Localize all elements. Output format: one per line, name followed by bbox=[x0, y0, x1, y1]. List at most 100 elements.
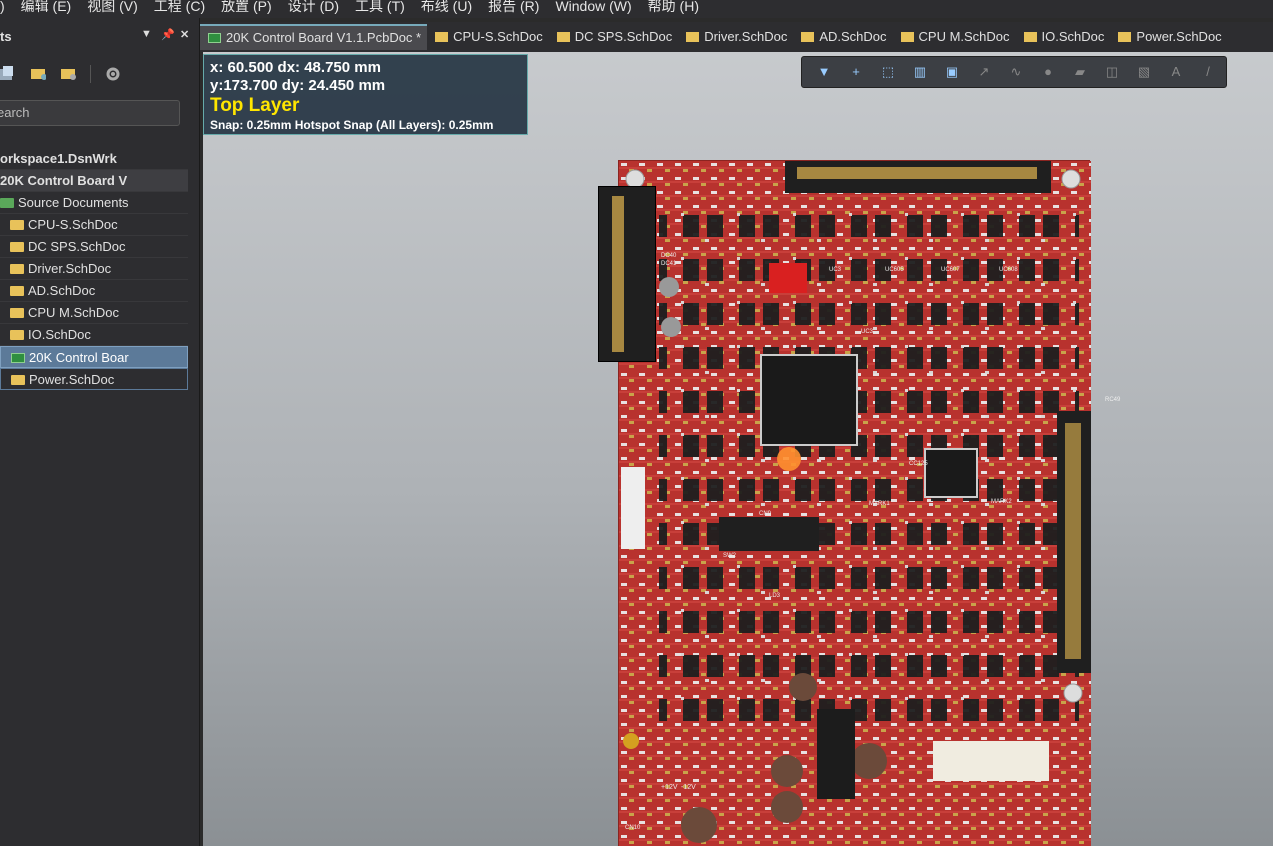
workspace-icon[interactable] bbox=[0, 66, 16, 82]
text-icon[interactable]: A bbox=[1164, 61, 1188, 83]
left-connector bbox=[598, 186, 656, 362]
route-icon[interactable]: ↗ bbox=[972, 61, 996, 83]
tree-file-io[interactable]: IO.SchDoc bbox=[0, 324, 188, 346]
panel-title: ts bbox=[0, 28, 12, 44]
tree-file-dc-sps[interactable]: DC SPS.SchDoc bbox=[0, 236, 188, 258]
pcb-label-dc40: DC40 bbox=[661, 253, 677, 259]
pcb-label-mark3: MARK2 bbox=[991, 499, 1012, 505]
tab-label: 20K Control Board V1.1.PcbDoc * bbox=[226, 30, 422, 45]
search-input[interactable]: earch bbox=[0, 100, 180, 126]
graph-icon[interactable]: ◫ bbox=[1100, 61, 1124, 83]
left-connector-pins bbox=[612, 196, 624, 352]
pin-icon[interactable]: ● bbox=[1036, 61, 1060, 83]
tab-cpu-m[interactable]: CPU M.SchDoc bbox=[893, 24, 1016, 50]
pcb-label-uc605: UC605 bbox=[885, 267, 904, 273]
schdoc-icon bbox=[435, 32, 449, 42]
active-toolbar: ▼ + ⬚ ▥ ▣ ↗ ∿ ● ▰ ◫ ▧ A / bbox=[801, 56, 1227, 88]
schdoc-icon bbox=[900, 32, 914, 42]
schdoc-icon bbox=[686, 32, 700, 42]
menu-view[interactable]: 视图 (V) bbox=[79, 0, 146, 13]
tree-workspace[interactable]: orkspace1.DsnWrk bbox=[0, 148, 188, 170]
menu-design[interactable]: 设计 (D) bbox=[280, 0, 347, 13]
open-project-icon[interactable] bbox=[30, 66, 46, 82]
gear-icon[interactable] bbox=[105, 66, 121, 82]
schdoc-icon bbox=[10, 242, 24, 252]
menu-route[interactable]: 布线 (U) bbox=[413, 0, 480, 13]
pcbdoc-icon bbox=[11, 353, 25, 363]
pin-icon[interactable]: 📌 bbox=[161, 28, 175, 41]
tab-label: CPU-S.SchDoc bbox=[453, 29, 543, 44]
pcb-label-rc49: RC49 bbox=[1105, 397, 1121, 403]
file-label: AD.SchDoc bbox=[28, 283, 96, 298]
select-rect-icon[interactable]: ⬚ bbox=[876, 61, 900, 83]
tree-file-cpu-s[interactable]: CPU-S.SchDoc bbox=[0, 214, 188, 236]
tab-label: IO.SchDoc bbox=[1041, 29, 1105, 44]
tree-file-power[interactable]: Power.SchDoc bbox=[0, 368, 188, 390]
pcb-label-cn10: CN10 bbox=[625, 825, 641, 831]
tab-dc-sps[interactable]: DC SPS.SchDoc bbox=[549, 24, 679, 50]
close-icon[interactable]: ✕ bbox=[180, 28, 189, 41]
menu-place[interactable]: 放置 (P) bbox=[213, 0, 280, 13]
hud-x-line: x: 60.500 dx: 48.750 mm bbox=[210, 59, 381, 76]
tree-file-pcb[interactable]: 20K Control Boar bbox=[0, 346, 188, 368]
pcb-label-uc607: UC607 bbox=[941, 267, 960, 273]
wave-icon[interactable]: ∿ bbox=[1004, 61, 1028, 83]
hud-snap: Snap: 0.25mm Hotspot Snap (All Layers): … bbox=[210, 118, 494, 132]
pcb-label-12v: +12V bbox=[661, 784, 678, 791]
menu-window[interactable]: Window (W) bbox=[547, 0, 639, 13]
menu-project[interactable]: 工程 (C) bbox=[146, 0, 213, 13]
tree-source-folder[interactable]: Source Documents bbox=[0, 192, 188, 214]
pcb-drawing bbox=[619, 147, 1091, 846]
menu-lead: ) bbox=[0, 0, 5, 14]
project-options-icon[interactable] bbox=[60, 66, 76, 82]
folder-icon bbox=[0, 198, 14, 208]
toolbar-divider bbox=[90, 65, 91, 83]
tree-project[interactable]: 20K Control Board V bbox=[0, 170, 188, 192]
line-icon[interactable]: / bbox=[1196, 61, 1220, 83]
area-icon[interactable]: ▧ bbox=[1132, 61, 1156, 83]
menu-edit[interactable]: 编辑 (E) bbox=[13, 0, 80, 13]
pcb-label-uc3: UC3 bbox=[829, 267, 842, 273]
projects-panel: ts ▼ 📌 ✕ earch orkspace1.DsnWrk 20K Cont… bbox=[0, 18, 200, 846]
chart-icon[interactable]: ▥ bbox=[908, 61, 932, 83]
pcb-label-mark2: MARK1 bbox=[869, 501, 890, 507]
tab-cpu-s[interactable]: CPU-S.SchDoc bbox=[427, 24, 549, 50]
tab-label: Driver.SchDoc bbox=[704, 29, 788, 44]
hud-layer: Top Layer bbox=[210, 95, 300, 116]
tree-file-driver[interactable]: Driver.SchDoc bbox=[0, 258, 188, 280]
panel-header: ts ▼ 📌 ✕ bbox=[0, 18, 199, 54]
filter-icon[interactable]: ▼ bbox=[812, 61, 836, 83]
tree-file-cpu-m[interactable]: CPU M.SchDoc bbox=[0, 302, 188, 324]
menu-reports[interactable]: 报告 (R) bbox=[480, 0, 547, 13]
tab-ad[interactable]: AD.SchDoc bbox=[793, 24, 892, 50]
menu-bar: ) 编辑 (E) 视图 (V) 工程 (C) 放置 (P) 设计 (D) 工具 … bbox=[0, 0, 1273, 18]
tab-pcbdoc[interactable]: 20K Control Board V1.1.PcbDoc * bbox=[200, 24, 428, 50]
tab-driver[interactable]: Driver.SchDoc bbox=[678, 24, 793, 50]
file-label: DC SPS.SchDoc bbox=[28, 239, 126, 254]
pcb-label-dc41: DC41 bbox=[661, 261, 677, 267]
schdoc-icon bbox=[10, 220, 24, 230]
component-icon[interactable]: ▣ bbox=[940, 61, 964, 83]
source-folder-label: Source Documents bbox=[18, 195, 129, 210]
schdoc-icon bbox=[556, 32, 570, 42]
pcb-label-cn9: CN9 bbox=[759, 511, 772, 517]
tab-label: AD.SchDoc bbox=[819, 29, 887, 44]
menu-help[interactable]: 帮助 (H) bbox=[640, 0, 707, 13]
fill-icon[interactable]: ▰ bbox=[1068, 61, 1092, 83]
menu-tools[interactable]: 工具 (T) bbox=[347, 0, 413, 13]
pcb-label-sw2: SW2 bbox=[723, 553, 737, 559]
search-placeholder: earch bbox=[0, 105, 30, 120]
hud-y-line: y:173.700 dy: 24.450 mm bbox=[210, 77, 386, 94]
workspace-label: orkspace1.DsnWrk bbox=[0, 151, 117, 166]
file-label: Driver.SchDoc bbox=[28, 261, 112, 276]
pcb-board[interactable]: +12V -12V UC3 MARK1 MARK2 UC3 UC605 UC60… bbox=[618, 147, 1120, 846]
tab-power[interactable]: Power.SchDoc bbox=[1110, 24, 1227, 50]
cross-icon[interactable]: + bbox=[844, 61, 868, 83]
tab-io[interactable]: IO.SchDoc bbox=[1016, 24, 1111, 50]
pcb-label-uc608: UC608 bbox=[999, 267, 1018, 273]
tab-label: CPU M.SchDoc bbox=[918, 29, 1010, 44]
panel-menu-icon[interactable]: ▼ bbox=[141, 28, 152, 40]
tree-file-ad[interactable]: AD.SchDoc bbox=[0, 280, 188, 302]
coordinate-hud: x: 60.500 dx: 48.750 mm y:173.700 dy: 24… bbox=[203, 54, 528, 135]
project-tree: orkspace1.DsnWrk 20K Control Board V Sou… bbox=[0, 148, 188, 390]
